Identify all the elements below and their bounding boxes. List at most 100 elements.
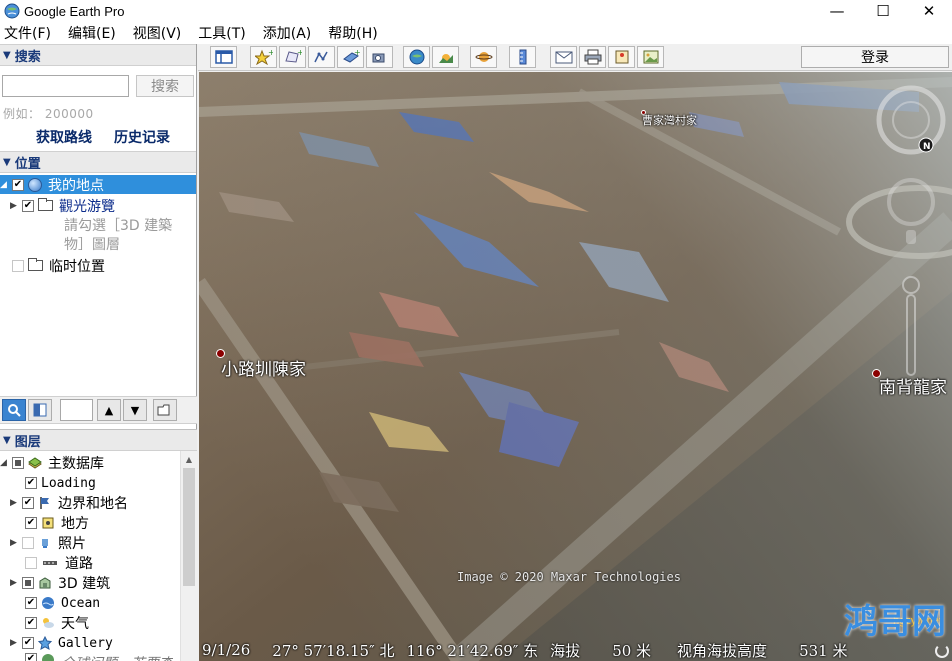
layer-label: Gallery [58,635,113,651]
checkbox[interactable]: ✔ [22,199,34,212]
checkbox[interactable] [25,557,37,569]
layer-item-photos[interactable]: ▶ 照片 [10,533,86,553]
add-image-overlay-button[interactable]: + [337,46,364,68]
maximize-button[interactable]: ☐ [860,0,906,22]
folder-options-button[interactable] [153,399,177,421]
layer-item-weather[interactable]: ✔ 天气 [25,613,89,633]
navigation-controls[interactable]: N [876,80,946,380]
switch-planet-button[interactable] [470,46,497,68]
earth-view[interactable]: 曹家灣村家 小路圳陳家 南背龍家 N Image © 2020 Maxar Te… [199,72,952,661]
tree-item-my-places[interactable]: ◢ ✔ 我的地点 [0,175,196,194]
checkbox[interactable]: ✔ [25,477,37,489]
layer-item-places[interactable]: ✔ 地方 [25,513,89,533]
add-polygon-button[interactable]: + [279,46,306,68]
toggle-panel-button[interactable] [28,399,52,421]
places-panel-header[interactable]: ▼ 位置 [0,151,196,173]
scroll-up-icon[interactable]: ▲ [181,451,197,468]
checkbox[interactable]: ✔ [12,178,24,191]
add-path-button[interactable] [308,46,335,68]
menu-add[interactable]: 添加(A) [263,23,312,43]
checkbox[interactable] [22,577,34,589]
sun-icon [438,54,453,63]
layers-scrollbar[interactable]: ▲ [180,451,197,661]
checkbox[interactable]: ✔ [25,597,37,609]
expand-arrow-icon[interactable]: ▶ [10,578,22,588]
sightseeing-note: 請勾選［3D 建築 [64,215,172,234]
menu-tools[interactable]: 工具(T) [198,23,245,43]
menu-file[interactable]: 文件(F) [4,23,51,43]
view-in-maps-button[interactable] [608,46,635,68]
sunlight-button[interactable] [432,46,459,68]
expand-arrow-icon[interactable]: ◢ [0,180,12,190]
expand-arrow-icon[interactable]: ▶ [10,538,22,548]
layer-item-loading[interactable]: ✔ Loading [25,473,96,493]
sidebar-toggle-button[interactable] [210,46,237,68]
email-button[interactable] [550,46,577,68]
add-placemark-button[interactable]: + [250,46,277,68]
tree-item-label: 觀光游覽 [59,198,115,215]
layer-item-borders[interactable]: ▶ ✔ 边界和地名 [10,493,128,513]
checkbox[interactable]: ✔ [25,653,37,661]
close-button[interactable]: ✕ [906,0,952,22]
save-image-button[interactable] [637,46,664,68]
collapse-triangle-icon[interactable]: ▼ [3,50,11,61]
minimize-button[interactable]: — [814,0,860,22]
get-directions-link[interactable]: 获取路线 [36,127,92,147]
arrow-up-icon: ▲ [104,403,114,417]
image-icon [643,50,658,64]
checkbox[interactable]: ✔ [25,517,37,529]
checkbox[interactable] [12,259,24,272]
history-link[interactable]: 历史记录 [114,127,170,147]
search-button[interactable]: 搜索 [136,75,194,97]
expand-arrow-icon[interactable]: ◢ [0,458,12,468]
expand-arrow-icon[interactable]: ▶ [10,201,22,211]
ruler-button[interactable] [509,46,536,68]
eye-altitude-value: 531 米 [799,641,848,660]
checkbox[interactable]: ✔ [25,617,37,629]
checkbox[interactable] [22,537,34,549]
layer-item-ocean[interactable]: ✔ Ocean [25,593,100,613]
tree-item-sightseeing[interactable]: ▶ ✔ 觀光游覽 [10,196,115,215]
move-down-button[interactable]: ▼ [123,399,147,421]
login-button[interactable]: 登录 [801,46,949,68]
layer-item-3d-buildings[interactable]: ▶ 3D 建筑 [10,573,110,593]
move-up-button[interactable]: ▲ [97,399,121,421]
menu-view[interactable]: 视图(V) [133,23,182,43]
places-filter-input[interactable] [60,399,93,421]
tree-item-temporary[interactable]: 临时位置 [12,256,105,275]
expand-arrow-icon[interactable]: ▶ [10,638,22,648]
collapse-triangle-icon[interactable]: ▼ [3,157,11,168]
layers-panel: ▼ 图层 ◢ 主数据库 ✔ Loading ▶ ✔ 边界和地名 ✔ 地方 ▶ 照… [0,429,197,661]
layer-list: ◢ 主数据库 ✔ Loading ▶ ✔ 边界和地名 ✔ 地方 ▶ 照片 道路 … [0,451,197,661]
layers-panel-title: 图层 [14,434,41,450]
layer-label: 照片 [58,536,86,552]
menu-edit[interactable]: 编辑(E) [68,23,116,43]
historical-imagery-button[interactable] [403,46,430,68]
map-label-xiaoluzhen[interactable]: 小路圳陳家 [221,355,306,380]
layer-item-global-awareness[interactable]: ✔ 全球问题、若要查 [25,653,173,661]
layer-item-primary-db[interactable]: ◢ 主数据库 [0,453,104,473]
collapse-triangle-icon[interactable]: ▼ [3,435,11,446]
layer-label: 主数据库 [48,456,104,472]
search-places-button[interactable] [2,399,26,421]
sidebar-icon [214,50,233,64]
checkbox[interactable] [12,457,24,469]
checkbox[interactable]: ✔ [22,637,34,649]
map-label-caojiawan[interactable]: 曹家灣村家 [642,112,697,128]
layer-item-gallery[interactable]: ▶ ✔ Gallery [10,633,113,653]
menu-help[interactable]: 帮助(H) [328,23,377,43]
record-tour-button[interactable] [366,46,393,68]
layers-panel-header[interactable]: ▼ 图层 [0,429,197,451]
search-panel-header[interactable]: ▼ 搜索 [0,44,196,66]
tree-item-label: 临时位置 [49,258,105,275]
title-bar: Google Earth Pro — ☐ ✕ [0,0,952,22]
layer-item-roads[interactable]: 道路 [25,553,93,573]
clock-globe-icon [409,49,424,65]
print-button[interactable] [579,46,606,68]
scroll-thumb[interactable] [183,468,195,586]
checkbox[interactable]: ✔ [22,497,34,509]
email-icon [555,51,572,64]
folder-open-icon [157,404,170,416]
search-input[interactable] [2,75,129,97]
expand-arrow-icon[interactable]: ▶ [10,498,22,508]
